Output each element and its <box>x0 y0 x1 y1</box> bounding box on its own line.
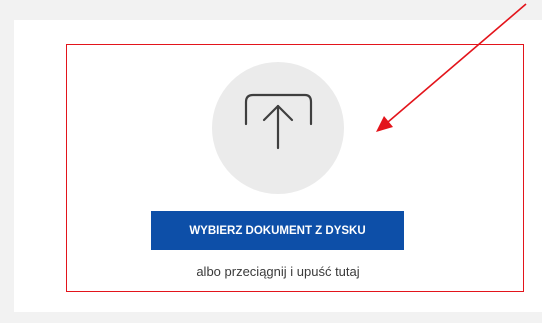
choose-document-button[interactable]: WYBIERZ DOKUMENT Z DYSKU <box>151 211 404 250</box>
drop-hint-text: albo przeciągnij i upuść tutaj <box>196 264 360 279</box>
upload-dropzone-icon-circle[interactable] <box>212 62 344 194</box>
upload-icon <box>244 93 313 150</box>
